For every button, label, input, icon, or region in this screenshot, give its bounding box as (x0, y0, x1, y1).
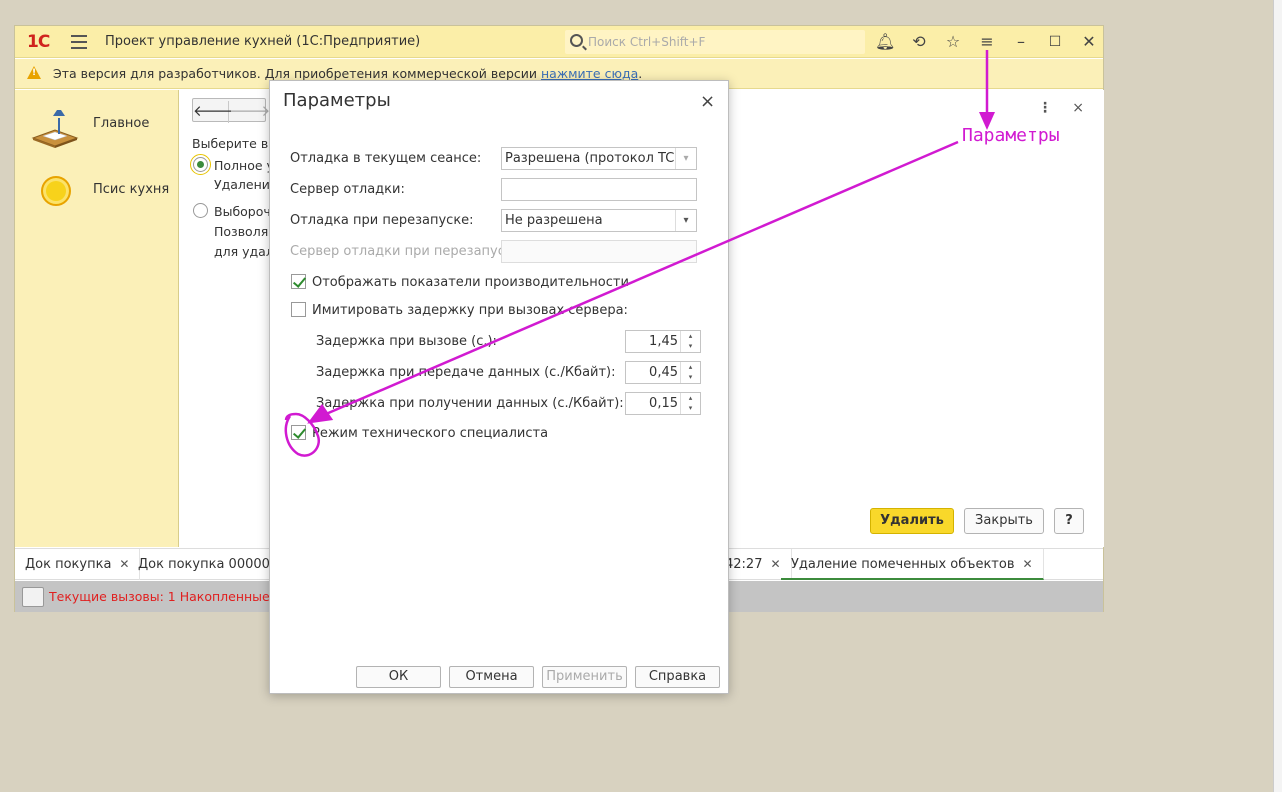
send-delay-input[interactable]: 0,45 ▴ ▾ (625, 361, 701, 384)
tab-doc-purchase[interactable]: Док покупка ✕ (15, 549, 141, 580)
stepper-icon[interactable]: ▴ ▾ (680, 393, 700, 414)
search-placeholder: Поиск Ctrl+Shift+F (588, 35, 706, 49)
help-button[interactable]: ? (1054, 508, 1084, 534)
tech-specialist-label: Режим технического специалиста (312, 426, 549, 441)
right-edge-panel (1273, 0, 1282, 792)
app-title: Проект управление кухней (1С:Предприятие… (105, 34, 421, 49)
more-icon[interactable]: ⋮ (1038, 100, 1052, 116)
ok-button[interactable]: ОК (356, 666, 441, 688)
tab-close-icon[interactable]: ✕ (770, 557, 780, 571)
tab-delete-marked[interactable]: Удаление помеченных объектов ✕ (781, 549, 1044, 580)
radio-selective-delete[interactable] (193, 203, 208, 218)
minimize-icon[interactable]: – (1011, 32, 1031, 52)
debug-restart-select[interactable]: Не разрешена (501, 209, 697, 232)
call-delay-label: Задержка при вызове (с.): (316, 334, 497, 349)
purchase-link[interactable]: нажмите сюда (541, 66, 638, 81)
option-selective-desc1: Позволя (214, 224, 269, 239)
call-delay-input[interactable]: 1,45 ▴ ▾ (625, 330, 701, 353)
prompt-text: Выберите ва (192, 136, 276, 151)
send-delay-label: Задержка при передаче данных (с./Кбайт): (316, 365, 616, 380)
nav-buttons: 🡐 🡒 (192, 98, 270, 123)
app-logo: 1С (27, 32, 50, 52)
sidebar-item-label: Главное (93, 116, 150, 131)
bell-icon[interactable]: 🔔︎ (875, 32, 895, 52)
simulate-delay-checkbox[interactable] (291, 302, 306, 317)
close-form-icon[interactable]: × (1072, 100, 1084, 116)
notice-text: Эта версия для разработчиков. Для приобр… (53, 66, 643, 81)
desk-lamp-icon (31, 110, 79, 148)
close-button[interactable]: Закрыть (964, 508, 1044, 534)
recv-delay-label: Задержка при получении данных (с./Кбайт)… (316, 396, 624, 411)
apply-button[interactable]: Применить (542, 666, 627, 688)
sun-icon (41, 176, 71, 206)
debug-session-label: Отладка в текущем сеансе: (290, 151, 482, 166)
help-dialog-button[interactable]: Справка (635, 666, 720, 688)
debug-server-restart-input (501, 240, 697, 263)
option-full-label: Полное у (214, 158, 274, 173)
debug-server-label: Сервер отладки: (290, 182, 405, 197)
sidebar: Главное Псис кухня (15, 90, 179, 547)
sidebar-item-main[interactable]: Главное (15, 100, 179, 150)
status-text: Текущие вызовы: 1 Накопленные в (49, 589, 282, 604)
back-arrow-icon[interactable]: 🡐 (193, 101, 233, 123)
dialog-title: Параметры (283, 90, 391, 111)
debug-server-restart-label: Сервер отладки при перезапус... (290, 244, 518, 259)
parameters-dialog: Параметры × Отладка в текущем сеансе: Ра… (269, 80, 729, 694)
recv-delay-input[interactable]: 0,15 ▴ ▾ (625, 392, 701, 415)
debug-server-input[interactable] (501, 178, 697, 201)
debug-restart-label: Отладка при перезапуске: (290, 213, 474, 228)
search-input[interactable]: Поиск Ctrl+Shift+F (565, 30, 865, 54)
tech-specialist-checkbox[interactable] (291, 425, 306, 440)
option-selective-label: Выбороч (214, 204, 271, 219)
history-icon[interactable]: ⟲ (909, 32, 929, 52)
star-icon[interactable]: ☆ (943, 32, 963, 52)
maximize-icon[interactable]: ☐ (1045, 32, 1065, 52)
option-selective-desc2: для удал (214, 244, 274, 259)
dialog-close-icon[interactable]: × (700, 91, 715, 112)
stepper-icon[interactable]: ▴ ▾ (680, 362, 700, 383)
radio-full-delete[interactable] (190, 154, 211, 175)
tab-close-icon[interactable]: ✕ (1022, 557, 1032, 571)
delete-button[interactable]: Удалить (870, 508, 954, 534)
close-icon[interactable]: ✕ (1079, 32, 1099, 52)
title-bar: 1С Проект управление кухней (1С:Предприя… (15, 26, 1103, 58)
menu-icon[interactable] (71, 35, 87, 49)
windows-icon[interactable] (22, 587, 44, 607)
show-performance-label: Отображать показатели производительности (312, 275, 629, 290)
warning-icon (27, 66, 41, 79)
settings-menu-icon[interactable]: ≡ (977, 32, 997, 52)
search-icon (570, 34, 583, 47)
debug-session-select[interactable]: Разрешена (протокол TCP/ (501, 147, 697, 170)
simulate-delay-label: Имитировать задержку при вызовах сервера… (312, 303, 628, 318)
stepper-icon[interactable]: ▴ ▾ (680, 331, 700, 352)
show-performance-checkbox[interactable] (291, 274, 306, 289)
annotation-label: Параметры (962, 125, 1060, 146)
sidebar-item-label: Псис кухня (93, 182, 170, 197)
forward-arrow-icon[interactable]: 🡒 (230, 101, 270, 120)
sidebar-item-kitchen[interactable]: Псис кухня (15, 166, 179, 216)
cancel-button[interactable]: Отмена (449, 666, 534, 688)
